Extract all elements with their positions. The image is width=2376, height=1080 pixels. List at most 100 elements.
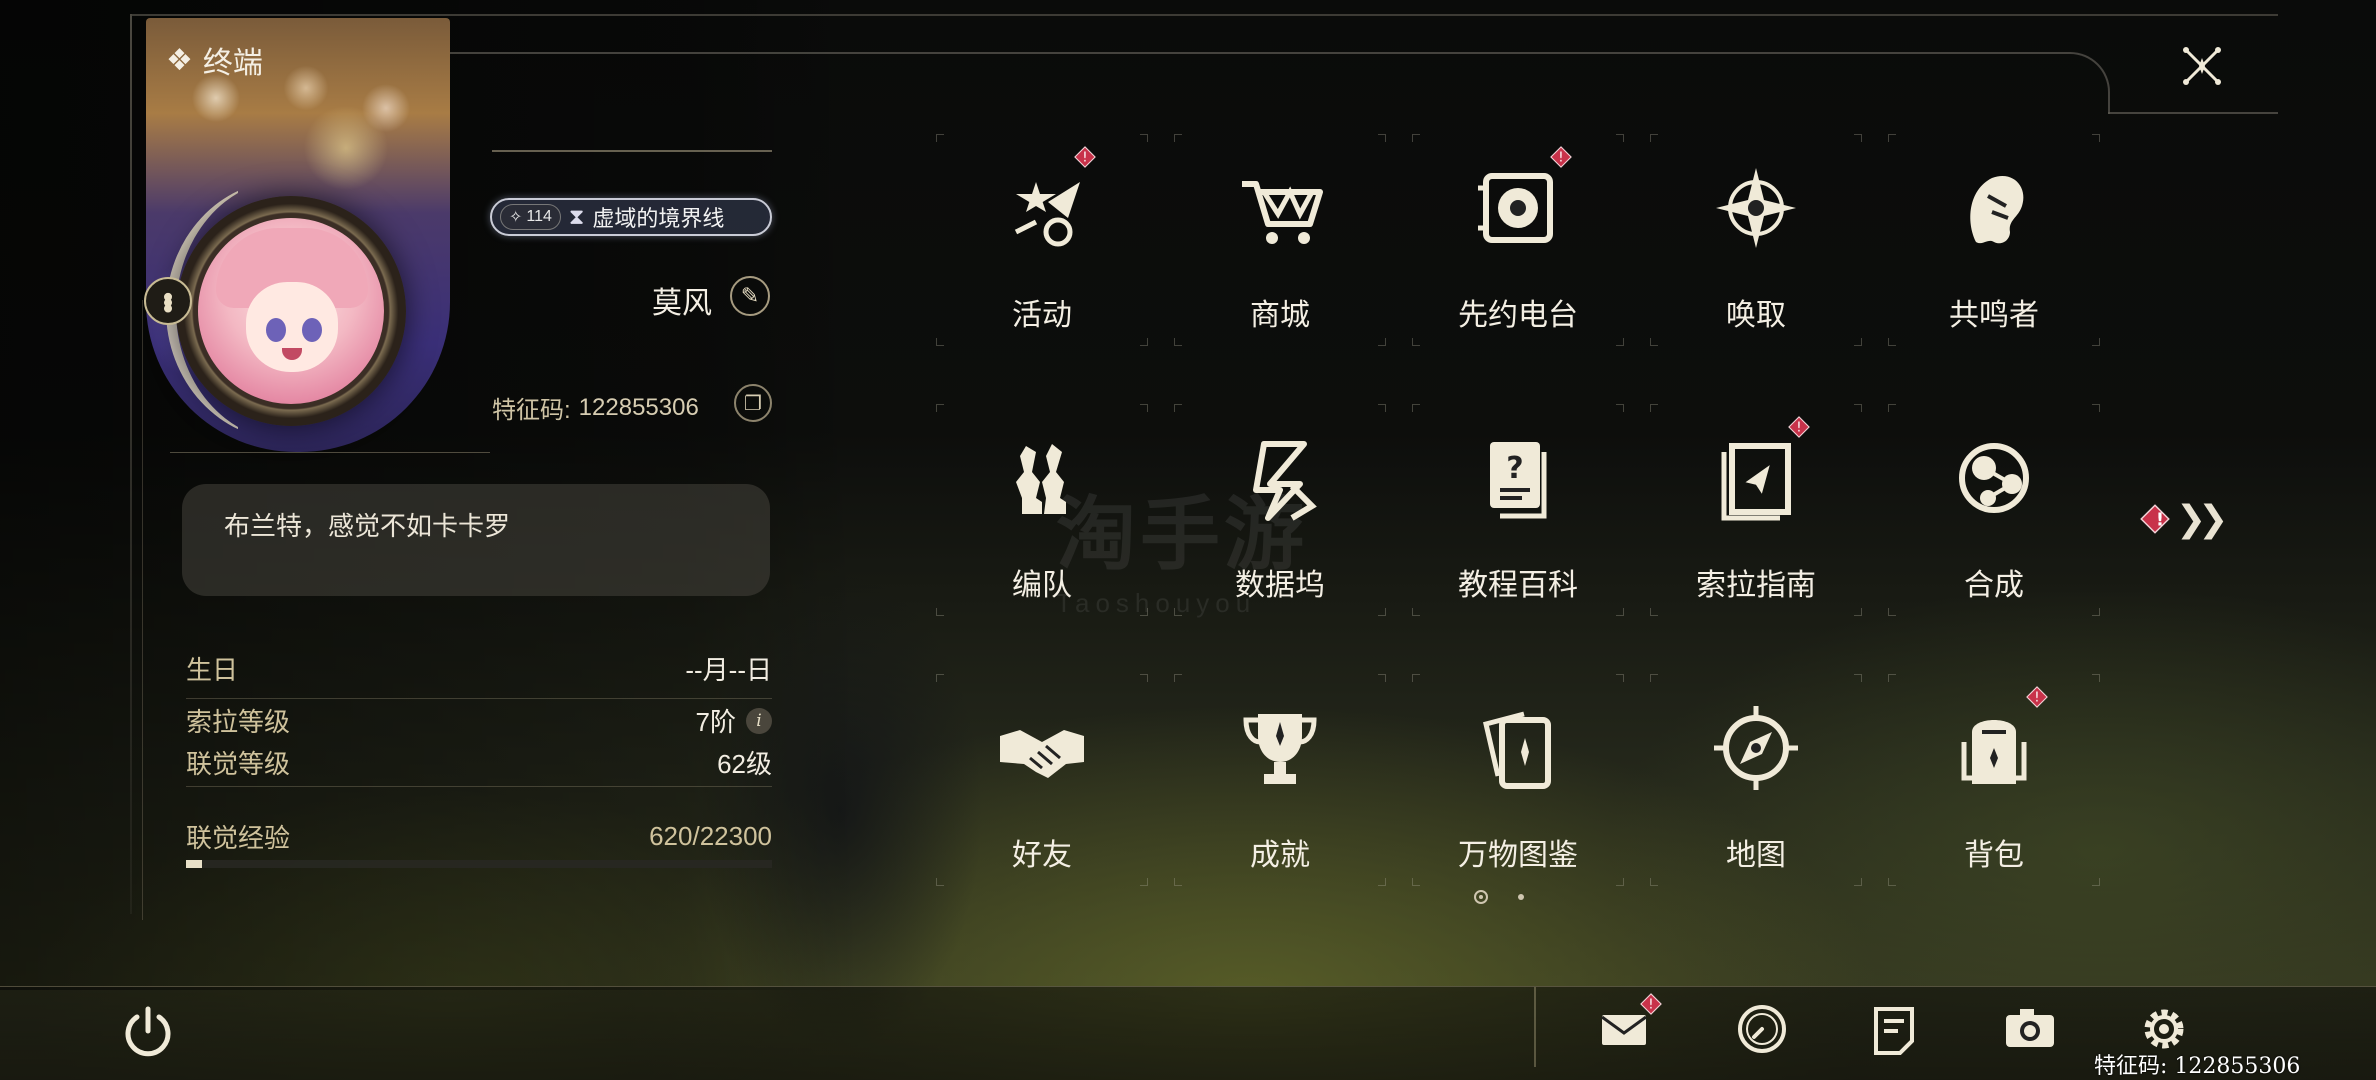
guidebook-icon	[1706, 428, 1806, 528]
rank-badge[interactable]: ✧ 114 ⧗ 虚域的境界线	[490, 198, 772, 236]
rank-level: 114	[526, 208, 552, 225]
synthesis-icon	[1944, 428, 2044, 528]
bottom-bar: !	[0, 986, 2376, 1080]
svg-text:!: !	[1082, 151, 1087, 166]
camera-button[interactable]	[1998, 997, 2062, 1061]
backpack-icon	[1944, 698, 2044, 798]
menu-item-label: 数据坞	[1235, 569, 1325, 602]
clock-icon	[1738, 1005, 1786, 1053]
footer-uid: 特征码: 122855306	[2094, 1054, 2301, 1079]
menu-item-achievement-trophy[interactable]: 成就	[1174, 674, 1386, 886]
sola-level-label: 索拉等级	[186, 707, 291, 737]
menu-item-label: 合成	[1964, 569, 2024, 602]
union-exp-value: 620/22300	[649, 821, 772, 851]
menu-item-label: 活动	[1012, 299, 1072, 332]
uid-value: 122855306	[578, 393, 699, 421]
hourglass-icon: ⧗	[568, 204, 585, 229]
union-exp-row: 联觉经验 620/22300	[186, 818, 772, 855]
menu-item-label: 先约电台	[1458, 299, 1578, 332]
page-dot-2[interactable]	[1518, 894, 1524, 900]
vertical-dots-icon: •••	[153, 292, 184, 310]
union-level-label: 联觉等级	[186, 749, 291, 779]
page-indicator	[1474, 890, 1524, 904]
info-icon[interactable]: i	[746, 707, 772, 734]
double-chevron-right-icon: ❯❯	[2176, 498, 2228, 539]
menu-item-archive-cards[interactable]: 万物图鉴	[1412, 674, 1624, 886]
frame-line-left	[130, 14, 132, 914]
alert-badge-icon: !	[1074, 146, 1096, 168]
menu-item-label: 商城	[1250, 299, 1310, 332]
avatar[interactable]	[198, 218, 384, 404]
birthday-row: 生日 --月--日	[186, 650, 772, 687]
notice-button[interactable]	[1862, 997, 1926, 1061]
archive-cards-icon	[1468, 698, 1568, 798]
bottom-separator	[1534, 987, 1536, 1067]
menu-item-shop-cart[interactable]: 商城	[1174, 134, 1386, 346]
power-icon[interactable]	[118, 1001, 178, 1061]
page-dot-1[interactable]	[1474, 890, 1488, 904]
alert-badge-icon: !	[2140, 504, 2170, 534]
frame-line-left-inner	[142, 300, 143, 920]
svg-text:!: !	[1558, 151, 1563, 166]
alert-badge-icon: !	[2026, 686, 2048, 708]
more-options-button[interactable]: •••	[144, 277, 192, 325]
map-compass-icon	[1706, 698, 1806, 798]
menu-item-label: 唤取	[1726, 299, 1786, 332]
friends-handshake-icon	[992, 698, 1092, 798]
menu-item-guidebook[interactable]: 索拉指南!	[1650, 404, 1862, 616]
notice-icon	[1874, 1007, 1914, 1055]
svg-text:?: ?	[1506, 451, 1523, 486]
clock-button[interactable]	[1730, 997, 1794, 1061]
menu-item-events[interactable]: 活动!	[936, 134, 1148, 346]
terminal-title: ❖ 终端	[166, 38, 263, 82]
menu-item-resonator[interactable]: 共鸣者	[1888, 134, 2100, 346]
tutorial-icon: ?	[1468, 428, 1568, 528]
menu-item-data-bank[interactable]: 数据坞	[1174, 404, 1386, 616]
svg-text:!: !	[1796, 421, 1801, 436]
menu-item-label: 好友	[1012, 839, 1072, 872]
menu-item-label: 共鸣者	[1949, 299, 2039, 332]
menu-item-label: 教程百科	[1458, 569, 1578, 602]
union-level-value: 62级	[717, 749, 772, 779]
frame-line-top	[130, 14, 2278, 16]
edit-nickname-button[interactable]: ✎	[730, 276, 770, 316]
menu-grid: 活动! 商城 先约电台! 唤取 共鸣者 编队 数据坞? 教程百科 索拉指南! 合成 好友 成就 万物图鉴…	[936, 134, 2152, 910]
alert-badge-icon: !	[1640, 993, 1662, 1015]
menu-item-friends-handshake[interactable]: 好友	[936, 674, 1148, 886]
close-icon[interactable]	[2172, 36, 2232, 96]
birthday-label: 生日	[186, 655, 239, 685]
next-page-button[interactable]: ! ❯❯	[2140, 498, 2228, 540]
menu-item-backpack[interactable]: 背包!	[1888, 674, 2100, 886]
menu-item-label: 索拉指南	[1696, 569, 1816, 602]
frame-line-right	[2108, 112, 2278, 114]
shop-cart-icon	[1230, 158, 1330, 258]
frame-curve-top	[450, 52, 2110, 114]
divider-mid	[170, 452, 490, 453]
uid-label: 特征码:	[492, 397, 571, 424]
uid-row: 特征码: 122855306	[492, 390, 699, 425]
menu-item-team[interactable]: 编队	[936, 404, 1148, 616]
radio-icon	[1468, 158, 1568, 258]
terminal-diamond-icon: ❖	[166, 43, 193, 77]
menu-item-convene-star[interactable]: 唤取	[1650, 134, 1862, 346]
menu-item-label: 编队	[1012, 569, 1072, 602]
mail-button[interactable]: !	[1592, 993, 1662, 1061]
divider-top	[492, 150, 772, 152]
pencil-icon: ✎	[740, 283, 760, 308]
menu-item-synthesis[interactable]: 合成	[1888, 404, 2100, 616]
copy-uid-button[interactable]: ❐	[734, 384, 772, 422]
player-nickname: 莫风	[652, 287, 712, 320]
alert-badge-icon: !	[1788, 416, 1810, 438]
stats-divider	[186, 786, 772, 787]
resonator-icon	[1944, 158, 2044, 258]
union-exp-bar	[186, 860, 772, 868]
menu-item-tutorial[interactable]: ? 教程百科	[1412, 404, 1624, 616]
convene-star-icon	[1706, 158, 1806, 258]
signature-box[interactable]: 布兰特，感觉不如卡卡罗	[182, 484, 770, 596]
camera-icon	[2006, 1009, 2054, 1047]
sola-level-row: 索拉等级 7阶 i	[186, 702, 772, 739]
rank-name: 虚域的境界线	[592, 206, 725, 231]
menu-item-radio[interactable]: 先约电台!	[1412, 134, 1624, 346]
menu-item-map-compass[interactable]: 地图	[1650, 674, 1862, 886]
menu-item-label: 万物图鉴	[1458, 839, 1578, 872]
